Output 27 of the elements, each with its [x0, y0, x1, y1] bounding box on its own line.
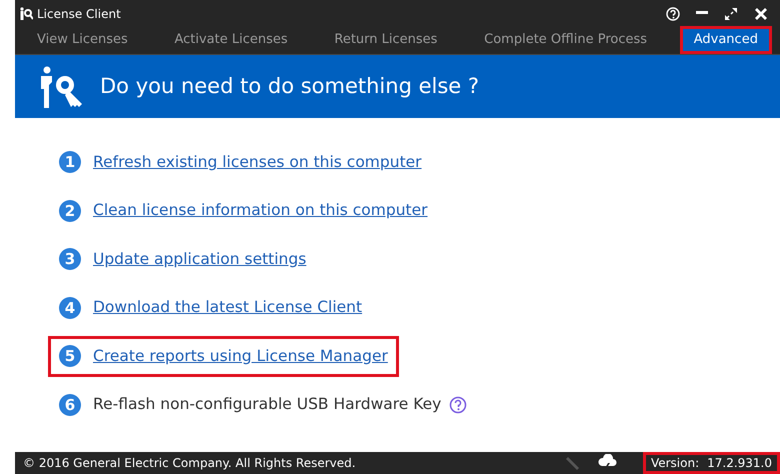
- window-title: License Client: [37, 6, 121, 22]
- tab[interactable]: Return Licenses: [320, 26, 452, 54]
- action-link[interactable]: Clean license information on this computer: [93, 199, 428, 222]
- step-number: 4: [59, 296, 81, 319]
- action-link[interactable]: Download the latest License Client: [93, 296, 362, 320]
- version-label: Version:: [650, 455, 700, 472]
- version-number: 17.2.931.0: [707, 455, 772, 472]
- step-number: 6: [59, 394, 81, 416]
- action-text: Re-flash non-configurable USB Hardware Key: [93, 394, 442, 416]
- close-icon[interactable]: [754, 6, 768, 20]
- banner-title: Do you need to do something else ?: [100, 74, 480, 100]
- tab[interactable]: View Licenses: [23, 26, 142, 54]
- copyright-text: © 2016 General Electric Company. All Rights Reserved.: [23, 455, 356, 472]
- maximize-icon[interactable]: [724, 6, 738, 20]
- step-number: 1: [59, 151, 81, 174]
- tab[interactable]: Complete Offline Process: [470, 26, 662, 54]
- action-link[interactable]: Update application settings: [93, 248, 306, 271]
- minimize-icon[interactable]: [696, 11, 708, 14]
- step-number: 3: [59, 248, 81, 270]
- logo-icon: [19, 7, 33, 20]
- step-number: 2: [59, 200, 81, 222]
- tab[interactable]: Activate Licenses: [160, 26, 302, 54]
- step-number: 5: [59, 345, 81, 368]
- action-link[interactable]: Create reports using License Manager: [93, 344, 388, 368]
- tab[interactable]: Advanced: [680, 26, 772, 54]
- action-link[interactable]: Refresh existing licenses on this computer: [93, 150, 422, 174]
- user-key-icon: [39, 66, 84, 108]
